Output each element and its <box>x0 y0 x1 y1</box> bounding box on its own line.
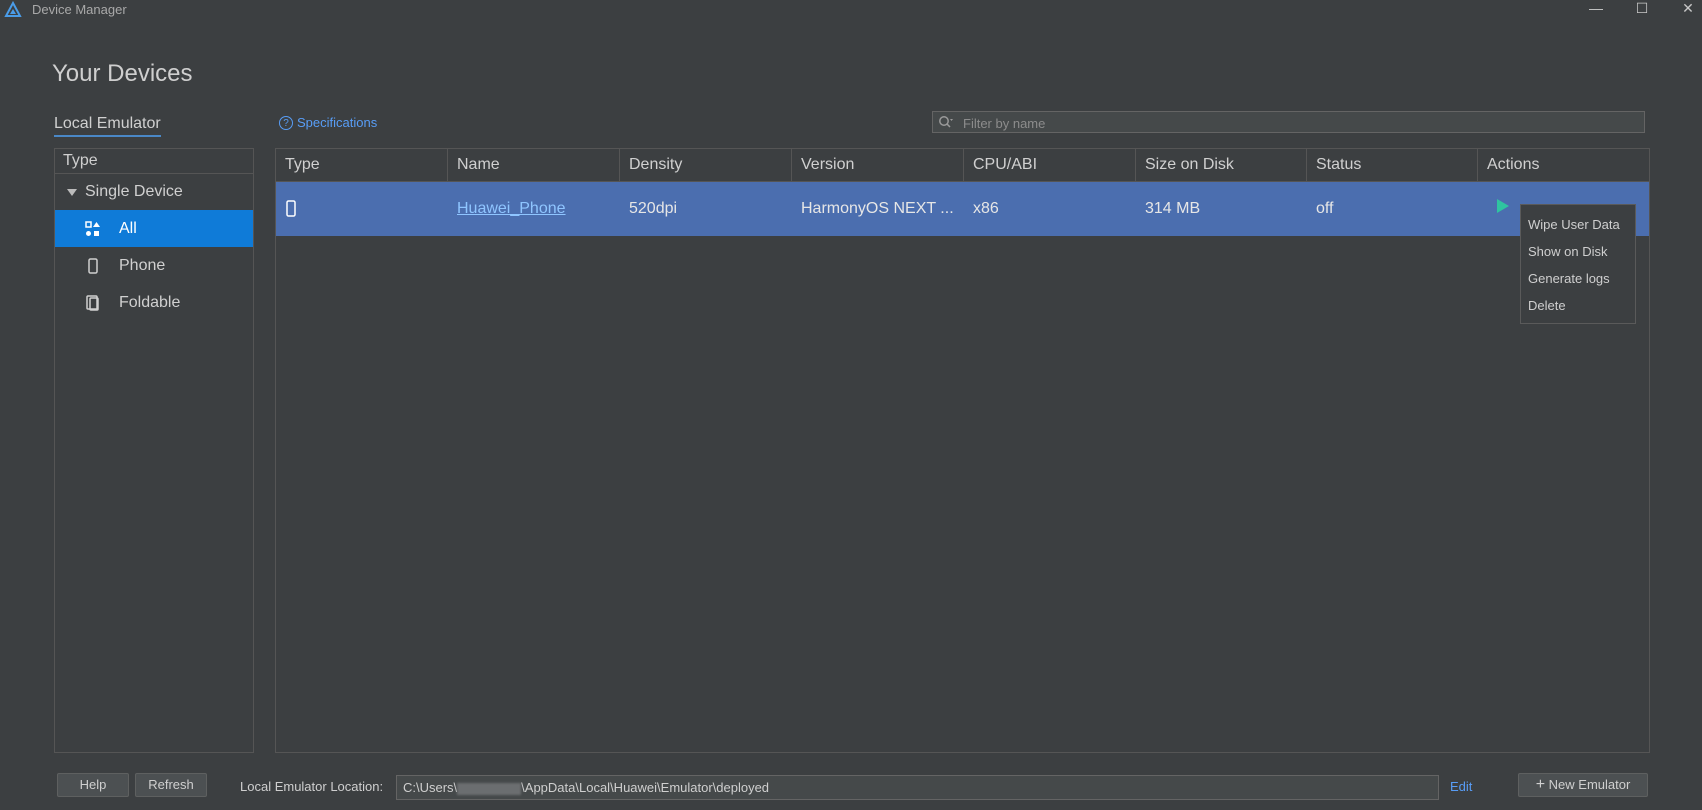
column-header-name[interactable]: Name <box>448 149 620 181</box>
column-header-density[interactable]: Density <box>620 149 792 181</box>
column-header-size[interactable]: Size on Disk <box>1136 149 1307 181</box>
column-header-type[interactable]: Type <box>276 149 448 181</box>
location-field[interactable]: C:\Users\ \AppData\Local\Huawei\Emulator\… <box>396 775 1439 800</box>
foldable-icon <box>83 293 103 313</box>
sidebar-group-single-device[interactable]: Single Device <box>55 174 253 210</box>
new-emulator-label: New Emulator <box>1548 777 1631 792</box>
grid-icon <box>83 219 103 239</box>
row-status-cell: off <box>1316 200 1334 217</box>
new-emulator-button[interactable]: + New Emulator <box>1518 773 1648 797</box>
actions-context-menu: Wipe User Data Show on Disk Generate log… <box>1520 204 1636 324</box>
row-size-cell: 314 MB <box>1145 200 1201 217</box>
table-header: Type Name Density Version CPU/ABI Size o… <box>276 149 1649 182</box>
tab-local-emulator[interactable]: Local Emulator <box>54 115 161 137</box>
app-logo-icon <box>4 1 22 17</box>
devices-table: Type Name Density Version CPU/ABI Size o… <box>275 148 1650 753</box>
column-header-actions: Actions <box>1487 156 1540 173</box>
phone-icon <box>286 200 296 217</box>
sidebar-item-label: All <box>119 219 137 237</box>
sidebar-item-all[interactable]: All <box>55 210 253 247</box>
sidebar-item-phone[interactable]: Phone <box>55 247 253 284</box>
specifications-link[interactable]: ? Specifications <box>279 115 377 130</box>
row-type-cell <box>276 182 448 236</box>
row-cpu-cell: x86 <box>973 200 999 217</box>
sidebar-item-foldable[interactable]: Foldable <box>55 284 253 321</box>
minimize-button[interactable]: — <box>1573 0 1619 18</box>
menu-item-generate-logs[interactable]: Generate logs <box>1521 265 1635 292</box>
specifications-label: Specifications <box>297 115 378 130</box>
help-circle-icon: ? <box>279 115 293 130</box>
location-suffix: \AppData\Local\Huawei\Emulator\deployed <box>521 780 770 795</box>
table-row[interactable]: Huawei_Phone 520dpi HarmonyOS NEXT ... x… <box>276 182 1649 236</box>
filter-field[interactable] <box>932 111 1645 133</box>
filter-input[interactable] <box>961 113 1635 133</box>
redacted-username <box>457 782 522 795</box>
menu-item-delete[interactable]: Delete <box>1521 292 1635 319</box>
caret-down-icon[interactable] <box>67 188 77 196</box>
sidebar-group-label: Single Device <box>85 183 183 200</box>
sidebar-item-label: Phone <box>119 256 166 274</box>
page-title: Your Devices <box>52 60 193 87</box>
phone-icon <box>83 256 103 276</box>
sidebar-header: Type <box>55 149 253 174</box>
maximize-button[interactable]: ☐ <box>1619 0 1665 18</box>
column-header-status[interactable]: Status <box>1307 149 1478 181</box>
window-title: Device Manager <box>32 2 127 17</box>
title-bar: Device Manager — ☐ ✕ <box>0 0 1702 22</box>
close-button[interactable]: ✕ <box>1665 0 1702 18</box>
row-density-cell: 520dpi <box>629 200 678 217</box>
column-header-cpu[interactable]: CPU/ABI <box>964 149 1136 181</box>
refresh-button[interactable]: Refresh <box>135 773 207 797</box>
play-icon[interactable] <box>1497 199 1509 213</box>
search-icon <box>939 116 953 128</box>
location-label: Local Emulator Location: <box>240 779 384 794</box>
row-version-cell: HarmonyOS NEXT ... <box>801 200 954 217</box>
column-header-version[interactable]: Version <box>792 149 964 181</box>
menu-item-wipe-user-data[interactable]: Wipe User Data <box>1521 211 1635 238</box>
type-sidebar: Type Single Device All Phone Foldable <box>54 148 254 753</box>
sidebar-item-label: Foldable <box>119 293 181 311</box>
menu-item-show-on-disk[interactable]: Show on Disk <box>1521 238 1635 265</box>
plus-icon: + <box>1535 776 1546 793</box>
edit-location-link[interactable]: Edit <box>1450 779 1472 794</box>
device-name-link[interactable]: Huawei_Phone <box>448 182 620 236</box>
help-button[interactable]: Help <box>57 773 129 797</box>
location-prefix: C:\Users\ <box>403 780 458 795</box>
